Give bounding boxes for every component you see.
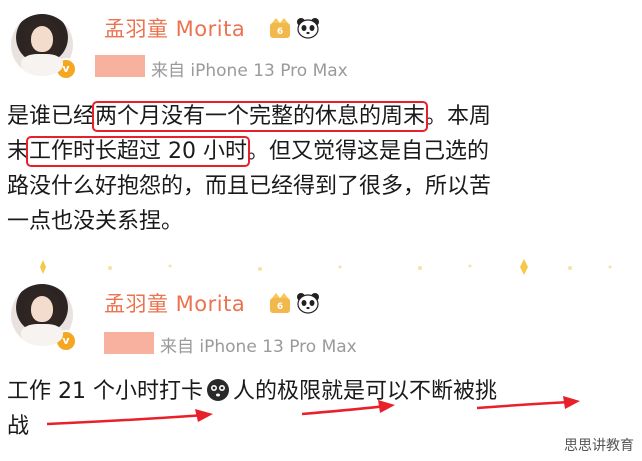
highlight-box: 两个月没有一个完整的休息的周末 [92,101,429,132]
crown-icon: 6 [270,293,290,313]
svg-text:6: 6 [277,27,283,37]
highlight-box: 工作时长超过 20 小时 [26,136,250,167]
crown-icon: 6 [270,18,290,38]
text-line: 末工作时长超过 20 小时。但又觉得这是自己选的 [7,136,490,167]
text-line: 一点也没关系捏。 [7,209,184,234]
post-text: 是谁已经两个月没有一个完整的休息的周末。本周 末工作时长超过 20 小时。但又觉… [7,99,491,239]
author-name[interactable]: 孟羽童 Morita [104,288,245,318]
svg-text:6: 6 [277,302,283,312]
text-line: 工作 21 个小时打卡 人的极限就是可以不断被挑 [7,379,497,404]
post-source: 来自 iPhone 13 Pro Max [151,61,348,81]
text-line: 是谁已经两个月没有一个完整的休息的周末。本周 [7,101,492,132]
emoji-face-icon [206,379,229,401]
weibo-post-1: v 孟羽童 Morita 6 来自 iPhone 13 Pro Max 是谁已经… [0,0,642,262]
arrow-icon [301,400,395,416]
author-name[interactable]: 孟羽童 Morita [104,13,245,43]
text-line: 路没什么好抱怨的，而且已经得到了很多，所以苦 [7,174,492,199]
redacted-timestamp [104,332,154,354]
weibo-post-2: v 孟羽童 Morita 6 来自 iPhone 13 Pro Max 工作 2… [0,262,642,461]
arrow-icon [476,396,580,410]
panda-icon [297,18,319,39]
arrow-icon [46,409,213,426]
redacted-timestamp [95,55,145,77]
panda-icon [297,293,319,314]
watermark: 思思讲教育 [564,438,634,454]
post-source: 来自 iPhone 13 Pro Max [160,337,357,357]
